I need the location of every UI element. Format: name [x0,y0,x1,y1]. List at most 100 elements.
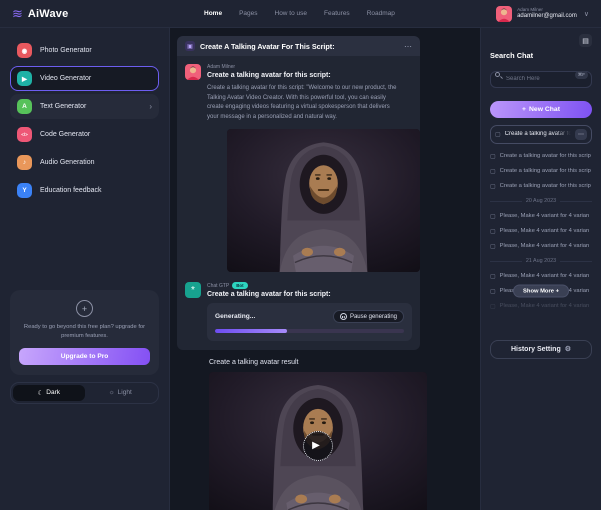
chat-item-label: Please, Make 4 variant for 4 varian [500,228,590,234]
message-title: Create a talking avatar for this script: [207,291,412,298]
search-chat-title: Search Chat [490,51,592,60]
date-divider: 21 Aug 2023 [490,254,592,269]
chat-icon: ▢ [490,183,496,190]
chat-item-label: Please, Make 4 variant for 4 varian [500,243,590,249]
date-label: 20 Aug 2023 [526,198,556,204]
text-icon: A [17,99,32,114]
logo[interactable]: ≋ AiWave [12,7,168,20]
chat-history-item[interactable]: ▢ Please, Make 4 variant for 4 varian [490,299,592,314]
chat-history-item[interactable]: ▢ Create a talking avatar for this scrip [490,179,592,194]
chat-icon: ▢ [490,228,496,235]
aiwave-app: ≋ AiWave Home Pages How to use Features … [0,0,601,510]
panel-icon: ▤ [582,37,589,45]
chat-history-item[interactable]: ▢ Please, Make 4 variant for 4 varian [490,224,592,239]
sidebar-item-label: Audio Generation [40,159,94,166]
progress-bar [215,329,404,333]
message-body: Create a talking avatar for this script:… [207,84,402,122]
search-icon [495,72,500,77]
nav-features[interactable]: Features [324,10,350,17]
sidebar-item-text-generator[interactable]: A Text Generator › [10,94,159,119]
sidebar-item-label: Text Generator [40,103,86,110]
date-label: 21 Aug 2023 [526,258,556,264]
chat-item-label: Create a talking avatar for this scrip [500,168,591,174]
theme-toggle: ☾ Dark ☼ Light [10,382,159,404]
code-icon: </> [17,127,32,142]
chat-icon: ▢ [490,168,496,175]
message-title: Create a talking avatar for this script: [207,72,412,79]
chat-icon: ▢ [490,153,496,160]
chat-item-label: Please, Make 4 variant for 4 varian [500,303,590,309]
sidebar-item-label: Education feedback [40,187,102,194]
bot-name: Chat GTP [207,283,229,289]
education-icon: Y [17,183,32,198]
result-label: Create a talking avatar result [209,359,480,366]
chat-icon: ▢ [490,213,496,220]
chat-history-item[interactable]: ▢ Please, Make 4 variant for 4 varian [490,239,592,254]
sidebar-item-audio-generation[interactable]: ♪ Audio Generation [10,150,159,175]
collapse-panel-button[interactable]: ▤ [579,34,592,47]
play-icon: ▶ [312,440,320,451]
chat-item-label: Please, Make 4 variant for 4 varian [500,213,590,219]
user-message: Adam Milner Create a talking avatar for … [185,64,412,272]
chat-area: ▣ Create A Talking Avatar For This Scrip… [170,28,480,510]
nav-home[interactable]: Home [204,10,222,17]
logo-text: AiWave [28,8,69,20]
pause-generating-button[interactable]: Pause generating [333,310,404,323]
generating-panel: Generating... Pause generating [207,303,412,341]
chat-history-item[interactable]: ▢ Please, Make 4 variant for 4 varian [490,209,592,224]
bot-message: * Chat GTP Bot Create a talking avatar f… [185,282,412,341]
bot-badge: Bot [232,282,247,289]
chat-card: ▣ Create A Talking Avatar For This Scrip… [177,36,420,350]
sidebar-item-video-generator[interactable]: ▶ Video Generator [10,66,159,91]
result-video: ▶ [209,372,427,510]
message-content: Adam Milner Create a talking avatar for … [207,64,412,272]
message-author: Chat GTP Bot [207,282,412,289]
chat-card-body: Adam Milner Create a talking avatar for … [177,56,420,350]
active-chat-item[interactable]: ▢ Create a talking avatar for this scrip… [490,125,592,144]
sun-icon: ☼ [109,389,115,396]
nav-roadmap[interactable]: Roadmap [367,10,395,17]
left-sidebar: ◉ Photo Generator ▶ Video Generator A Te… [0,28,170,510]
dark-mode-button[interactable]: ☾ Dark [13,385,85,401]
sidebar-item-education-feedback[interactable]: Y Education feedback [10,178,159,203]
sidebar-item-code-generator[interactable]: </> Code Generator [10,122,159,147]
chat-icon: ▢ [490,288,496,295]
video-icon: ▶ [17,71,32,86]
history-setting-button[interactable]: History Setting ⚙ [490,340,592,359]
chevron-down-icon: ∨ [584,10,589,18]
more-options-icon[interactable]: ⋯ [404,42,412,51]
chat-item-label: Create a talking avatar for this scrip [500,153,591,159]
show-more-button[interactable]: Show More + [513,285,569,298]
upgrade-card: + Ready to go beyond this free plan? upg… [10,290,159,375]
chat-icon: ▢ [495,131,501,138]
user-email: adamilner@gmail.com [517,13,577,21]
moon-icon: ☾ [37,389,43,397]
camera-icon: ◉ [17,43,32,58]
sidebar-item-label: Video Generator [40,75,91,82]
avatar [185,64,201,80]
nav-how-to-use[interactable]: How to use [275,10,308,17]
pause-circle-icon [340,313,347,320]
chat-item-label: Create a talking avatar for this scrip [500,183,591,189]
chat-history-item[interactable]: ▢ Create a talking avatar for this scrip [490,149,592,164]
shortcut-badge: ⌘F [575,71,588,80]
chat-history-item[interactable]: ▢ Create a talking avatar for this scrip [490,164,592,179]
user-menu[interactable]: Adam Milner adamilner@gmail.com ∨ [496,6,589,22]
new-chat-button[interactable]: + New Chat [490,101,592,118]
gear-icon: ⚙ [565,345,571,353]
top-bar: ≋ AiWave Home Pages How to use Features … [0,0,601,28]
script-avatar-image [227,129,420,272]
nav-pages[interactable]: Pages [239,10,257,17]
user-meta: Adam Milner adamilner@gmail.com [517,7,577,21]
light-mode-button[interactable]: ☼ Light [85,385,157,401]
play-button[interactable]: ▶ [303,431,333,461]
chat-options-icon[interactable]: ⋯ [575,129,587,140]
dark-label: Dark [46,389,60,396]
upgrade-text: Ready to go beyond this free plan? upgra… [19,323,150,341]
upgrade-to-pro-button[interactable]: Upgrade to Pro [19,348,150,365]
sidebar-item-photo-generator[interactable]: ◉ Photo Generator [10,38,159,63]
chat-history-item[interactable]: ▢ Please, Make 4 variant for 4 varian [490,269,592,284]
main-nav: Home Pages How to use Features Roadmap [204,10,395,17]
pause-label: Pause generating [350,314,397,320]
chat-title: Create A Talking Avatar For This Script: [200,42,335,51]
